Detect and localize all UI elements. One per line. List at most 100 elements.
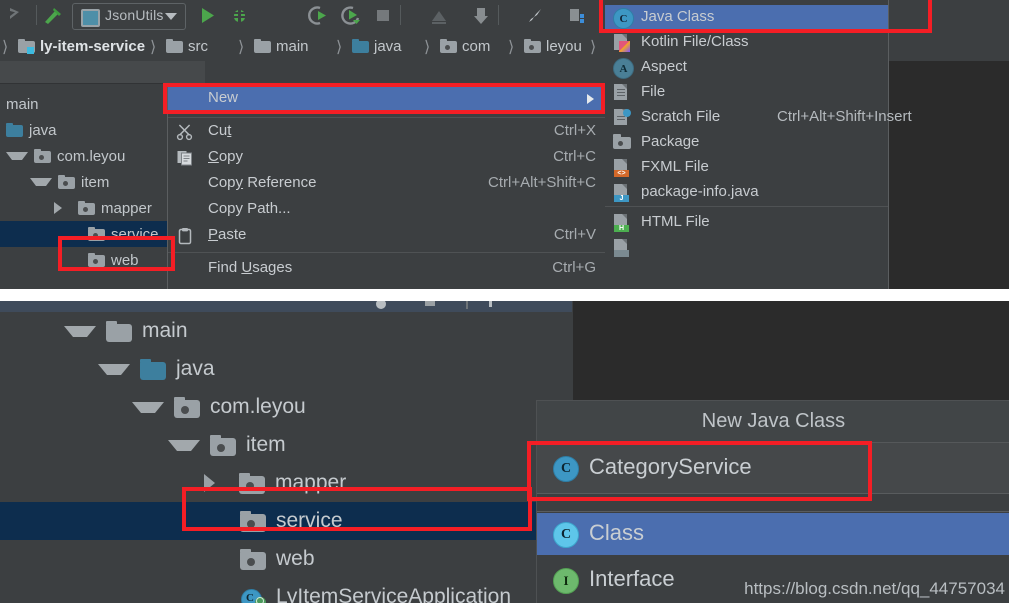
tree-label: java: [176, 357, 215, 380]
submenu-item-label: FXML File: [641, 158, 709, 175]
kind-option-class[interactable]: C Class: [537, 513, 1009, 555]
chevron-down-icon[interactable]: [132, 401, 164, 413]
submenu-item-fxml-file[interactable]: <> FXML File: [605, 155, 888, 180]
bottom-screenshot-panel: main java com.leyou item mapper service …: [0, 301, 1009, 603]
top-screenshot-panel: JsonUtils ⟩ ly-item-service ⟩ src ⟩ main…: [0, 0, 1009, 289]
chevron-down-icon[interactable]: [6, 152, 28, 160]
breadcrumb-item-main[interactable]: main: [254, 31, 309, 61]
html-file-icon: H: [613, 213, 632, 232]
tree-label: main: [6, 95, 39, 113]
tree-label: item: [81, 173, 110, 191]
class-name-input[interactable]: C CategoryService: [537, 443, 1009, 493]
java-class-icon: C: [613, 8, 634, 29]
file-icon: [613, 238, 632, 257]
new-java-class-dialog: New Java Class C CategoryService C Class…: [536, 400, 1009, 603]
submenu-item-shortcut: Ctrl+Alt+Shift+Insert: [777, 108, 912, 125]
watermark-url: https://blog.csdn.net/qq_44757034: [744, 579, 1005, 598]
tree-row-com-leyou[interactable]: com.leyou: [6, 143, 125, 169]
build-hammer-icon[interactable]: [42, 5, 64, 26]
stop-icon[interactable]: [372, 5, 394, 26]
breadcrumb-item-leyou[interactable]: leyou: [524, 31, 582, 61]
source-folder-icon: [352, 39, 369, 53]
submenu-item-html-file[interactable]: H HTML File: [605, 210, 888, 235]
menu-item-copy-reference[interactable]: Copy Reference Ctrl+Alt+Shift+C: [168, 171, 606, 197]
new-submenu: C Java Class Kotlin File/Class A Aspect: [605, 0, 912, 289]
submenu-item-file[interactable]: File: [605, 80, 888, 105]
tree-row-web[interactable]: web: [240, 540, 315, 578]
tree-row-item[interactable]: item: [30, 169, 109, 195]
search-everywhere-icon[interactable]: [524, 5, 546, 26]
submenu-item-scratch-file[interactable]: Scratch File Ctrl+Alt+Shift+Insert: [605, 105, 912, 130]
tree-row-com-leyou[interactable]: com.leyou: [132, 388, 306, 426]
kind-option-label: Class: [589, 520, 645, 545]
menu-item-shortcut: Ctrl+G: [552, 259, 596, 276]
package-folder-icon: [58, 175, 75, 189]
editor-tab-strip-top: [889, 31, 1009, 62]
tree-row-java[interactable]: java: [98, 350, 215, 388]
update-app-icon[interactable]: [428, 5, 450, 26]
profile-icon[interactable]: [340, 5, 362, 26]
breadcrumb-item-com[interactable]: com: [440, 31, 490, 61]
forward-arrow-icon[interactable]: [6, 5, 28, 26]
chevron-right-icon[interactable]: [54, 202, 72, 214]
java-file-icon: J: [613, 183, 632, 202]
screenshot-root: JsonUtils ⟩ ly-item-service ⟩ src ⟩ main…: [0, 0, 1009, 603]
submenu-item-label: Java Class: [641, 8, 715, 25]
tree-row-main[interactable]: main: [6, 91, 39, 117]
submenu-item-package-info-java[interactable]: J package-info.java: [605, 180, 888, 205]
tree-row-item[interactable]: item: [168, 426, 286, 464]
tree-label: com.leyou: [210, 395, 306, 418]
submenu-item-package[interactable]: Package: [605, 130, 888, 155]
chevron-down-icon[interactable]: [168, 439, 200, 451]
tree-row-web[interactable]: web: [88, 247, 139, 273]
submenu-item-aspect[interactable]: A Aspect: [605, 55, 888, 80]
chevron-down-icon[interactable]: [30, 178, 52, 186]
chevron-down-icon[interactable]: [98, 363, 130, 375]
menu-item-find-usages[interactable]: Find Usages Ctrl+G: [168, 256, 606, 282]
tree-label: main: [142, 319, 188, 342]
tree-row-java[interactable]: java: [6, 117, 57, 143]
menu-item-paste[interactable]: Paste Ctrl+V: [168, 223, 606, 249]
fxml-file-icon: <>: [613, 158, 632, 177]
tree-row-service[interactable]: service: [0, 502, 572, 540]
menu-item-shortcut: Ctrl+V: [553, 226, 596, 243]
tree-row-lyitemserviceapplication[interactable]: C LyItemServiceApplication: [240, 578, 511, 603]
breadcrumb-item-ly-item-service[interactable]: ly-item-service: [18, 31, 145, 61]
submenu-item-java-class[interactable]: C Java Class: [605, 5, 888, 30]
menu-item-shortcut: Ctrl+C: [553, 148, 596, 165]
menu-item-copy-path[interactable]: Copy Path...: [168, 197, 606, 223]
submenu-item-label: HTML File: [641, 213, 710, 230]
chevron-right-icon[interactable]: [204, 474, 229, 492]
pull-icon[interactable]: [470, 5, 492, 26]
project-toolbar-icons: [376, 301, 492, 309]
settings-structure-icon[interactable]: [566, 5, 588, 26]
breadcrumb-label: java: [374, 37, 402, 55]
submenu-item-partial-next[interactable]: [605, 235, 888, 260]
package-folder-icon: [240, 510, 266, 532]
menu-item-copy[interactable]: Copy Ctrl+C: [168, 145, 606, 171]
tree-row-mapper[interactable]: mapper: [204, 464, 346, 502]
breadcrumb-item-src[interactable]: src: [166, 31, 208, 61]
run-config-icon: [81, 9, 100, 27]
project-toolbar-bottom: [0, 301, 572, 312]
breadcrumb-label: com: [462, 37, 491, 55]
menu-item-new[interactable]: New: [168, 86, 606, 112]
run-icon[interactable]: [196, 5, 218, 26]
chevron-down-icon[interactable]: [64, 325, 96, 337]
kind-option-label: Interface: [589, 566, 675, 591]
tree-row-mapper[interactable]: mapper: [54, 195, 152, 221]
context-menu: New Cut Ctrl+X Copy Ctrl+C Copy Referenc…: [167, 86, 607, 289]
menu-item-cut[interactable]: Cut Ctrl+X: [168, 119, 606, 145]
java-class-icon: C: [553, 456, 579, 482]
run-with-coverage-icon[interactable]: [308, 5, 330, 26]
menu-item-label: Cut: [208, 122, 232, 139]
tree-row-main[interactable]: main: [64, 312, 188, 350]
tree-label: service: [111, 225, 159, 243]
breadcrumb-item-java[interactable]: java: [352, 31, 402, 61]
spring-boot-class-icon: C: [240, 587, 266, 603]
menu-item-label: Copy: [208, 148, 244, 165]
tree-label: LyItemServiceApplication: [276, 585, 511, 603]
submenu-item-kotlin-file-class[interactable]: Kotlin File/Class: [605, 30, 888, 55]
run-configuration-selector[interactable]: JsonUtils: [72, 3, 186, 30]
debug-icon[interactable]: [228, 5, 250, 26]
